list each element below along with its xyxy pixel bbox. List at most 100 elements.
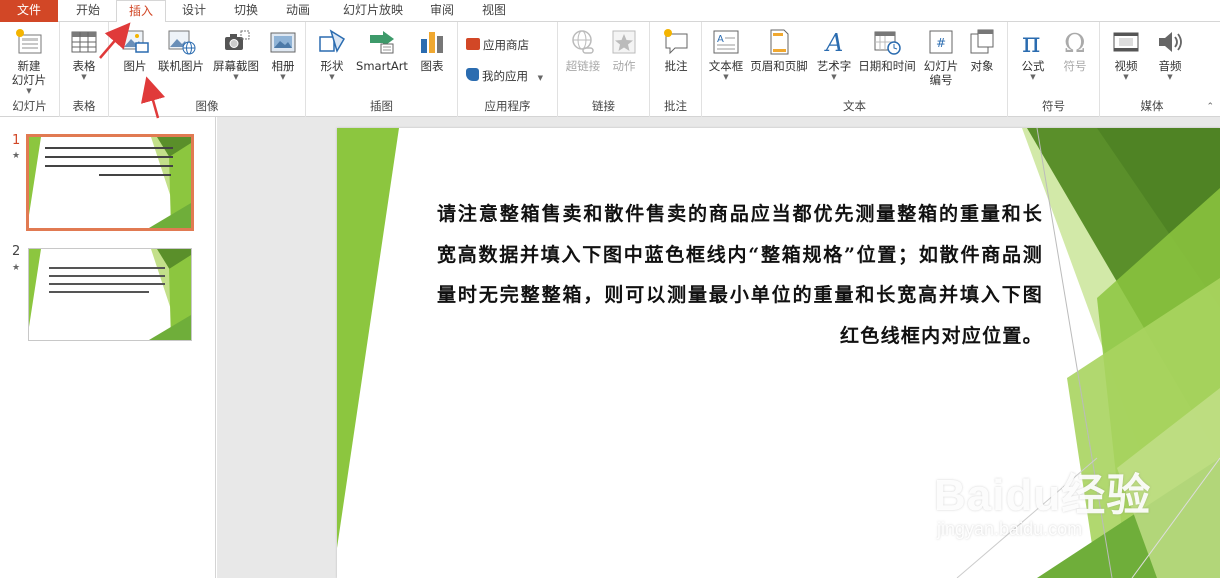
my-apps-icon [466, 68, 479, 81]
group-symbols: π 公式 ▼ Ω 符号 符号 [1008, 22, 1100, 117]
table-button[interactable]: 表格 ▼ [64, 27, 104, 81]
screenshot-label: 屏幕截图 [213, 59, 259, 73]
action-button[interactable]: 动作 [606, 27, 642, 73]
ribbon: 新建 幻灯片 ▼ 幻灯片 表格 ▼ 表格 图片 联机图片 屏幕截图 ▼ 相册 ▼… [0, 22, 1220, 117]
group-label-images: 图像 [195, 99, 219, 113]
svg-text:#: # [936, 36, 946, 50]
tab-insert[interactable]: 插入 [116, 0, 166, 23]
group-label-slides: 幻灯片 [12, 99, 47, 113]
slide-editing-area: 请注意整箱售卖和散件售卖的商品应当都优先测量整箱的重量和长宽高数据并填入下图中蓝… [217, 117, 1220, 578]
group-label-text: 文本 [843, 99, 866, 113]
picture-button[interactable]: 图片 [115, 27, 155, 73]
video-label: 视频 [1114, 59, 1138, 73]
hyperlink-button[interactable]: 超链接 [562, 27, 604, 73]
chevron-down-icon: ▼ [1167, 73, 1173, 81]
wordart-button[interactable]: A 艺术字 ▼ [812, 27, 856, 81]
object-label: 对象 [970, 59, 994, 73]
tab-slideshow[interactable]: 幻灯片放映 [333, 0, 413, 22]
chevron-down-icon: ▼ [26, 87, 32, 95]
group-media: 视频 ▼ 音频 ▼ 媒体 [1100, 22, 1204, 117]
table-label: 表格 [72, 59, 96, 73]
pi-icon: π [1022, 27, 1040, 57]
group-images: 图片 联机图片 屏幕截图 ▼ 相册 ▼ 图像 [109, 22, 306, 117]
tab-animations[interactable]: 动画 [276, 0, 320, 22]
tab-view[interactable]: 视图 [472, 0, 516, 22]
date-time-label: 日期和时间 [858, 59, 916, 73]
hyperlink-label: 超链接 [565, 59, 601, 73]
ribbon-tabs: 文件 开始 插入 设计 切换 动画 幻灯片放映 审阅 视图 [0, 0, 1220, 23]
action-label: 动作 [612, 59, 636, 73]
svg-text:A: A [717, 34, 724, 45]
slide-number-label-1: 幻灯片 [923, 59, 959, 73]
thumb-number-2: 2 [12, 244, 21, 259]
shapes-label: 形状 [320, 59, 344, 73]
shapes-button[interactable]: 形状 ▼ [314, 27, 350, 81]
tab-transitions[interactable]: 切换 [224, 0, 268, 22]
tab-home[interactable]: 开始 [66, 0, 110, 22]
shapes-icon [319, 29, 346, 53]
animation-star-icon: ★ [12, 263, 21, 273]
omega-icon: Ω [1064, 29, 1086, 57]
group-apps: 应用商店 我的应用 ▼ 应用程序 [458, 22, 558, 117]
group-tables: 表格 ▼ 表格 [60, 22, 109, 117]
screenshot-button[interactable]: 屏幕截图 ▼ [210, 27, 262, 81]
textbox-label: 文本框 [708, 59, 744, 73]
smartart-icon [370, 31, 394, 54]
textbox-button[interactable]: A 文本框 ▼ [706, 27, 746, 81]
audio-button[interactable]: 音频 ▼ [1150, 27, 1190, 81]
group-illustrations: 形状 ▼ SmartArt 图表 插图 [306, 22, 458, 117]
tab-design[interactable]: 设计 [172, 0, 216, 22]
chart-button[interactable]: 图表 [414, 27, 450, 73]
comment-button[interactable]: 批注 [656, 27, 696, 73]
collapse-ribbon-icon[interactable]: ⌃ [1206, 102, 1214, 112]
baidu-watermark: Baidu经验 jingyan.baidu.com [934, 459, 1151, 540]
store-icon [466, 38, 480, 50]
chevron-down-icon: ▼ [280, 73, 286, 81]
current-slide[interactable]: 请注意整箱售卖和散件售卖的商品应当都优先测量整箱的重量和长宽高数据并填入下图中蓝… [337, 128, 1220, 578]
group-label-symbols: 符号 [1042, 99, 1065, 113]
new-slide-label-2: 幻灯片 [11, 73, 47, 87]
chevron-down-icon: ▼ [723, 73, 729, 81]
action-star-icon [612, 30, 636, 54]
slide-number-button[interactable]: # 幻灯片 编号 [920, 27, 962, 87]
video-button[interactable]: 视频 ▼ [1106, 27, 1146, 81]
date-time-button[interactable]: 日期和时间 [856, 27, 918, 73]
new-slide-button[interactable]: 新建 幻灯片 ▼ [4, 27, 54, 95]
slide-thumbnail-2[interactable] [28, 248, 192, 341]
textbox-icon: A [713, 30, 739, 54]
online-picture-button[interactable]: 联机图片 [156, 27, 206, 73]
calendar-clock-icon [874, 31, 901, 55]
audio-label: 音频 [1158, 59, 1182, 73]
photo-album-button[interactable]: 相册 ▼ [263, 27, 303, 81]
office-store-button[interactable]: 应用商店 [466, 37, 529, 53]
chevron-down-icon: ▼ [537, 74, 544, 82]
group-label-media: 媒体 [1140, 99, 1164, 113]
slide-number-icon: # [929, 30, 953, 54]
group-text: A 文本框 ▼ 页眉和页脚 A 艺术字 ▼ 日期和时间 # 幻灯片 编号 对象 … [702, 22, 1008, 117]
header-footer-icon [770, 29, 789, 55]
symbol-button[interactable]: Ω 符号 [1056, 27, 1094, 73]
group-label-comments: 批注 [664, 99, 687, 113]
slide-body-text[interactable]: 请注意整箱售卖和散件售卖的商品应当都优先测量整箱的重量和长宽高数据并填入下图中蓝… [437, 194, 1043, 356]
chevron-down-icon: ▼ [1030, 73, 1036, 81]
office-store-label: 应用商店 [483, 38, 529, 52]
online-picture-icon [168, 30, 196, 55]
my-apps-button[interactable]: 我的应用 ▼ [466, 68, 543, 84]
tab-file[interactable]: 文件 [0, 0, 58, 22]
animation-star-icon: ★ [12, 151, 21, 161]
group-slides: 新建 幻灯片 ▼ 幻灯片 [0, 22, 60, 117]
equation-button[interactable]: π 公式 ▼ [1014, 27, 1052, 81]
tab-review[interactable]: 审阅 [420, 0, 464, 22]
equation-label: 公式 [1021, 59, 1045, 73]
watermark-main-text: Baidu经验 [934, 471, 1152, 520]
object-button[interactable]: 对象 [964, 27, 1000, 73]
hyperlink-icon [572, 30, 594, 54]
header-footer-button[interactable]: 页眉和页脚 [748, 27, 810, 73]
photo-album-icon [270, 32, 296, 53]
my-apps-label: 我的应用 [482, 69, 528, 83]
slide-thumbnail-1[interactable] [26, 134, 194, 231]
header-footer-label: 页眉和页脚 [750, 59, 808, 73]
smartart-button[interactable]: SmartArt [354, 27, 410, 73]
symbol-label: 符号 [1063, 59, 1087, 73]
chevron-down-icon: ▼ [329, 73, 335, 81]
